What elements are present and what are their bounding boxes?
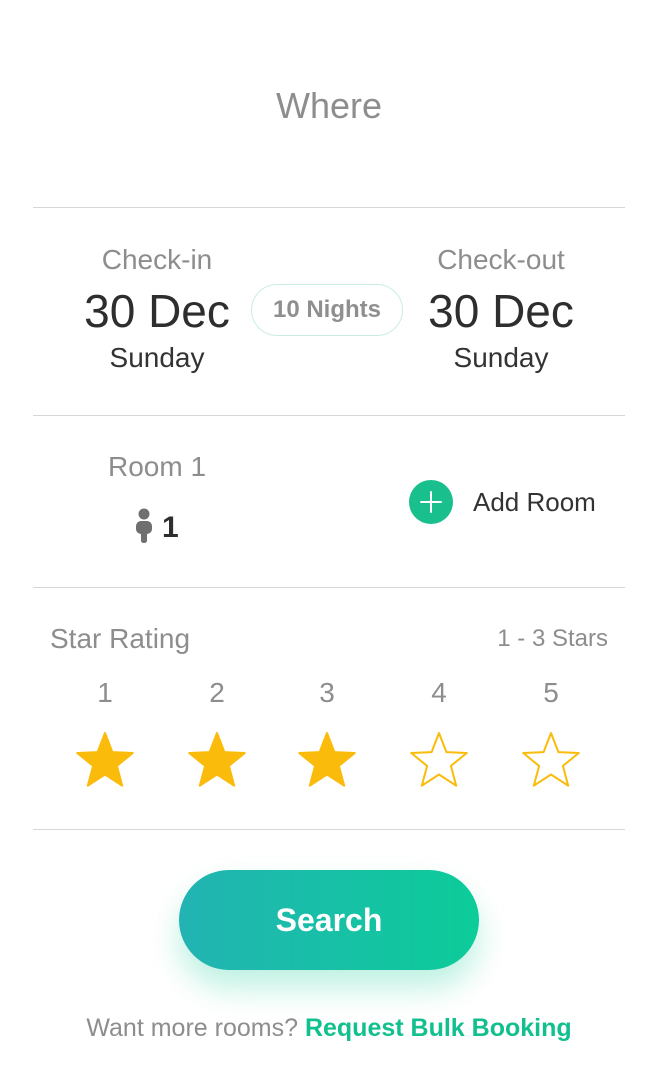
star-option-1[interactable]: 1 [65,676,145,794]
star-icon [188,732,246,787]
request-bulk-booking-link[interactable]: Request Bulk Booking [305,1014,572,1042]
check-out-selector[interactable]: Check-out 30 Dec Sunday [381,243,621,375]
check-in-label: Check-in [101,244,213,275]
star-outline-icon [522,732,580,787]
check-in-day: Sunday [109,342,205,373]
add-room-label: Add Room [473,486,596,517]
divider [33,207,625,208]
search-button[interactable]: Search [179,870,479,970]
star-option-5[interactable]: 5 [511,676,591,794]
star-icon [298,732,356,787]
bulk-booking-footer: Want more rooms? Request Bulk Booking [0,1012,658,1044]
star-option-4[interactable]: 4 [399,676,479,794]
star-number: 4 [431,677,447,708]
add-room-button[interactable]: Add Room [409,480,596,524]
where-field[interactable]: Where [0,84,658,128]
check-in-date: 30 Dec [84,285,230,337]
room-label: Room 1 [107,451,207,482]
guest-count: 1 [162,511,179,544]
star-icon [76,732,134,787]
star-rating-label: Star Rating [50,623,191,654]
check-out-date: 30 Dec [428,285,574,337]
footer-text: Want more rooms? [86,1014,298,1042]
star-outline-icon [410,732,468,787]
star-rating-range: 1 - 3 Stars [497,625,608,652]
plus-icon [409,480,453,524]
check-out-label: Check-out [437,244,565,275]
star-option-2[interactable]: 2 [177,676,257,794]
check-out-day: Sunday [453,342,549,373]
divider [33,587,625,588]
star-number: 1 [97,677,113,708]
star-option-3[interactable]: 3 [287,676,367,794]
check-in-selector[interactable]: Check-in 30 Dec Sunday [37,243,277,375]
star-number: 2 [209,677,225,708]
person-icon [134,508,154,549]
divider [33,829,625,830]
divider [33,415,625,416]
star-number: 5 [543,677,559,708]
star-number: 3 [319,677,335,708]
guest-selector[interactable]: 1 [134,508,179,548]
